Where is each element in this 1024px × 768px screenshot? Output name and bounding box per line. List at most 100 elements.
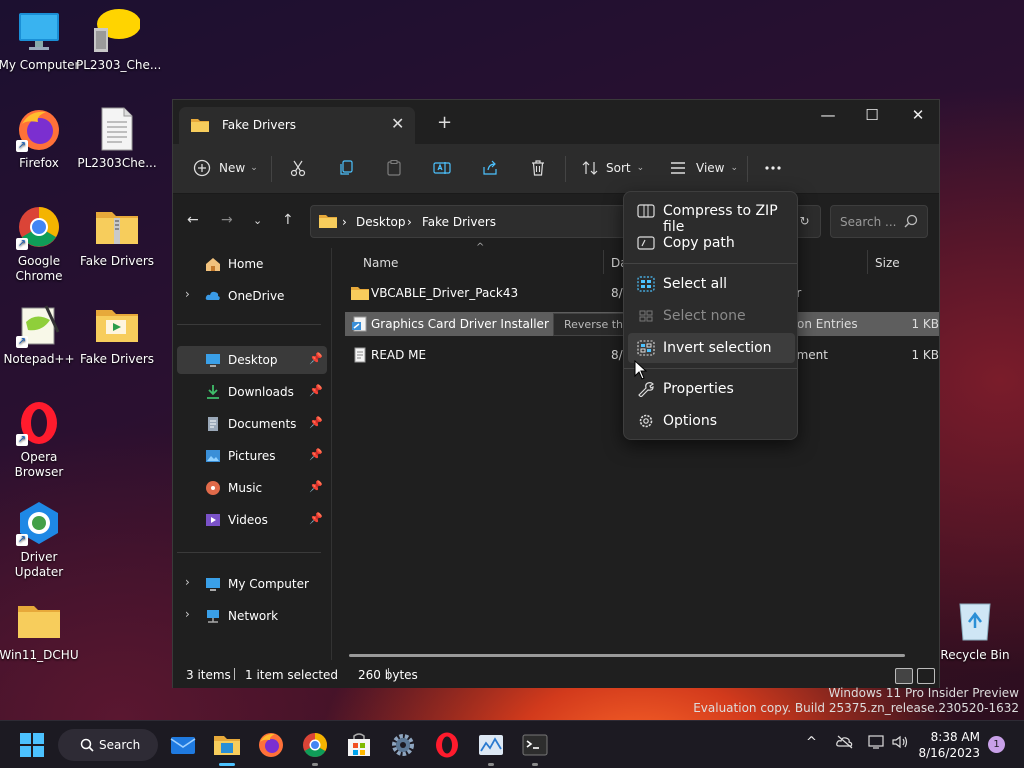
details-view-icon[interactable]: [895, 668, 913, 684]
sidebar-item-downloads[interactable]: Downloads 📌: [177, 378, 327, 406]
address-bar-row: ← → ⌄ ↑ › Desktop › Fake Drivers ↻ Searc…: [173, 194, 939, 248]
tab-fake-drivers[interactable]: Fake Drivers ✕: [179, 107, 415, 144]
shortcut-arrow-icon: ↗: [16, 238, 28, 250]
taskbar-file-explorer[interactable]: [213, 731, 241, 759]
onedrive-offline-icon[interactable]: [836, 735, 854, 753]
menu-item-compress-zip[interactable]: Compress to ZIP file: [628, 196, 795, 235]
minimize-icon[interactable]: —: [813, 106, 843, 124]
delete-button[interactable]: [529, 156, 547, 180]
sidebar-item-music[interactable]: Music 📌: [177, 474, 327, 502]
watermark-line-1: Windows 11 Pro Insider Preview: [828, 686, 1019, 700]
menu-divider: [624, 263, 797, 264]
new-tab-icon[interactable]: +: [437, 112, 452, 133]
horizontal-scrollbar[interactable]: [349, 654, 905, 657]
invert-selection-icon: [637, 340, 655, 356]
taskbar-firefox[interactable]: [257, 731, 285, 759]
sidebar-item-videos[interactable]: Videos 📌: [177, 506, 327, 534]
cut-button[interactable]: [289, 156, 307, 180]
menu-item-select-all[interactable]: Select all: [628, 269, 795, 299]
status-divider: [388, 668, 389, 680]
desktop-icon-pl2303-checker[interactable]: PL2303_Che...: [76, 8, 161, 73]
taskbar-mail[interactable]: [169, 731, 197, 759]
menu-item-select-none[interactable]: Select none: [628, 301, 795, 331]
rename-button[interactable]: [433, 156, 451, 180]
up-icon[interactable]: ↑: [282, 212, 294, 228]
see-more-button[interactable]: [764, 156, 782, 180]
search-box[interactable]: Search ...: [830, 205, 928, 238]
copy-button[interactable]: [337, 156, 355, 180]
taskbar-chrome[interactable]: [301, 731, 329, 759]
desktop-icon-opera-browser[interactable]: ↗ Opera Browser: [0, 400, 80, 480]
menu-item-invert-selection[interactable]: Invert selection: [628, 333, 795, 363]
share-button[interactable]: [481, 156, 499, 180]
back-icon[interactable]: ←: [187, 212, 199, 228]
sidebar-item-my-computer[interactable]: › My Computer: [177, 570, 327, 598]
new-button[interactable]: New ⌄: [193, 156, 258, 180]
toolbar-divider: [565, 156, 566, 182]
start-button[interactable]: [18, 731, 46, 759]
opera-icon: ↗: [16, 400, 62, 446]
taskbar-search-label: Search: [99, 738, 141, 752]
pin-icon: 📌: [309, 352, 323, 365]
desktop-icon-pl2303-doc[interactable]: PL2303Che...: [76, 106, 158, 171]
column-header-size[interactable]: Size: [875, 256, 900, 270]
scissors-icon: [290, 160, 306, 177]
desktop-icon-driver-updater[interactable]: ↗ Driver Updater: [0, 500, 80, 580]
column-header-name[interactable]: Name: [363, 256, 398, 270]
close-tab-icon[interactable]: ✕: [391, 114, 404, 133]
menu-item-properties[interactable]: Properties: [628, 374, 795, 404]
view-button[interactable]: View ⌄: [669, 156, 738, 180]
sidebar-item-desktop[interactable]: Desktop 📌: [177, 346, 327, 374]
paste-button[interactable]: [385, 156, 403, 180]
sidebar-item-home[interactable]: Home: [177, 250, 327, 278]
menu-item-options[interactable]: Options: [628, 406, 795, 436]
taskbar-terminal[interactable]: [521, 731, 549, 759]
clock[interactable]: 8:38 AM 8/16/2023: [918, 729, 980, 761]
notification-badge[interactable]: 1: [988, 736, 1005, 753]
desktop-icon-notepad-plus-plus[interactable]: ↗ Notepad++: [0, 302, 80, 367]
sidebar-item-pictures[interactable]: Pictures 📌: [177, 442, 327, 470]
desktop-icon-fake-drivers-zip[interactable]: Fake Drivers: [76, 204, 158, 269]
breadcrumb-desktop[interactable]: Desktop: [356, 215, 406, 229]
taskbar-opera[interactable]: [433, 731, 461, 759]
video-icon: [205, 512, 221, 528]
desktop-icon-my-computer[interactable]: My Computer: [0, 8, 80, 73]
desktop-icon-win11-dchu[interactable]: Win11_DCHU: [0, 598, 80, 663]
select-all-icon: [637, 276, 655, 292]
taskbar-microsoft-store[interactable]: [345, 731, 373, 759]
taskbar-settings[interactable]: [389, 731, 417, 759]
sidebar-item-onedrive[interactable]: › OneDrive: [177, 282, 327, 310]
desktop-icon-google-chrome[interactable]: ↗ Google Chrome: [0, 204, 80, 284]
taskbar-search[interactable]: Search: [58, 729, 158, 761]
taskbar: Search ^ 8:38 AM 8/16/2023 1: [0, 720, 1024, 768]
menu-item-copy-path[interactable]: Copy path: [628, 228, 795, 258]
column-divider: [867, 250, 868, 274]
maximize-icon[interactable]: ☐: [857, 106, 887, 124]
expand-chevron-icon[interactable]: ›: [185, 287, 190, 301]
pin-icon: 📌: [309, 416, 323, 429]
expand-chevron-icon[interactable]: ›: [185, 607, 190, 621]
pin-icon: 📌: [309, 384, 323, 397]
desktop-icon-firefox[interactable]: ↗ Firefox: [0, 106, 80, 171]
shortcut-arrow-icon: ↗: [16, 534, 28, 546]
breadcrumb-separator-icon: ›: [342, 215, 347, 229]
tiles-view-icon[interactable]: [917, 668, 935, 684]
volume-icon[interactable]: [892, 735, 910, 753]
pane-splitter[interactable]: [331, 248, 332, 660]
breadcrumb-fake-drivers[interactable]: Fake Drivers: [422, 215, 496, 229]
sidebar-item-documents[interactable]: Documents 📌: [177, 410, 327, 438]
forward-icon[interactable]: →: [221, 212, 233, 228]
sort-button[interactable]: Sort ⌄: [581, 156, 644, 180]
taskbar-task-manager[interactable]: [477, 731, 505, 759]
chevron-down-icon: ⌄: [730, 163, 739, 173]
sidebar-item-network[interactable]: › Network: [177, 602, 327, 630]
close-window-icon[interactable]: ✕: [903, 106, 933, 124]
status-bar: 3 items 1 item selected 260 bytes: [173, 660, 939, 688]
desktop-icon-fake-drivers-folder[interactable]: Fake Drivers: [76, 302, 158, 367]
recent-chevron-icon[interactable]: ⌄: [253, 214, 262, 227]
expand-chevron-icon[interactable]: ›: [185, 575, 190, 589]
show-hidden-icons-chevron-icon[interactable]: ^: [806, 735, 817, 750]
desktop-icon-recycle-bin[interactable]: Recycle Bin: [934, 598, 1016, 663]
network-icon[interactable]: [868, 735, 886, 753]
status-divider: [234, 668, 235, 680]
